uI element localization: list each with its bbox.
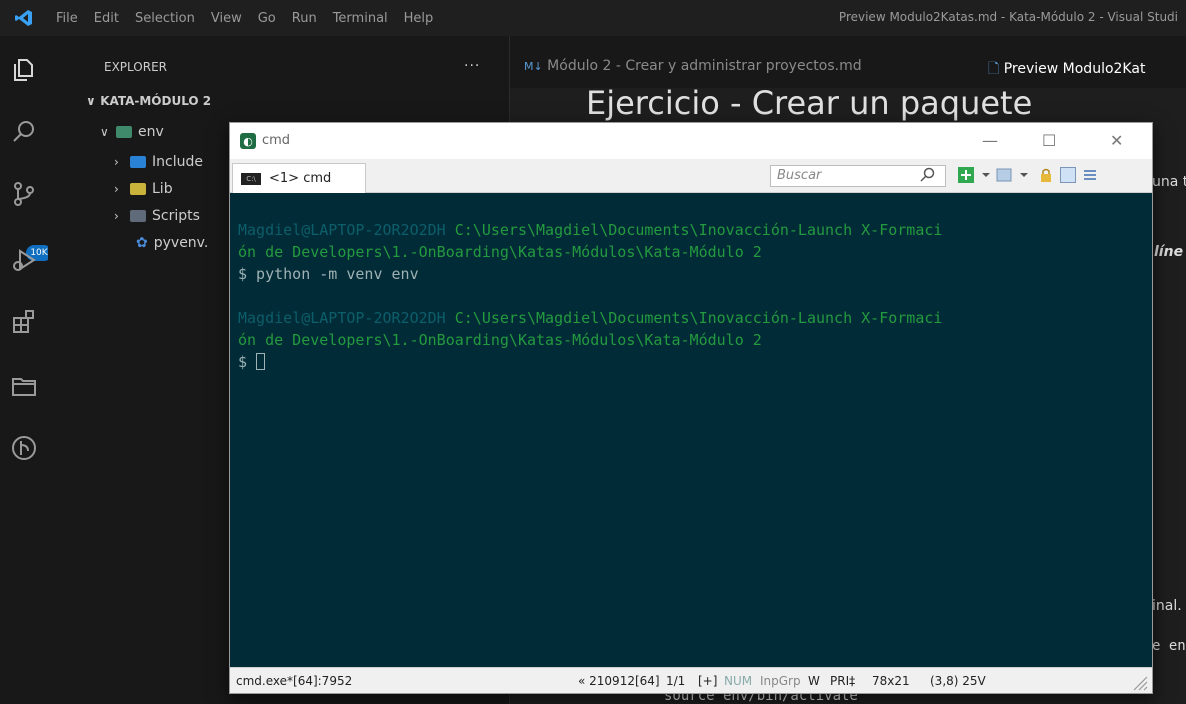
status-pri: PRI‡ (830, 674, 856, 688)
status-num: NUM (724, 674, 753, 688)
status-plus: [+] (698, 674, 718, 688)
menu-selection[interactable]: Selection (127, 11, 203, 26)
explorer-icon[interactable] (10, 56, 38, 84)
menu-view[interactable]: View (203, 11, 250, 26)
activity-bar: 10K (0, 36, 52, 704)
status-build: « 210912[64] (578, 674, 660, 688)
tree-item-env[interactable]: ∨ env (100, 124, 164, 140)
preview-file-icon: 🗋 (988, 61, 1000, 77)
maximize-button[interactable]: ☐ (1042, 131, 1056, 150)
chevron-down-icon: ∨ (100, 125, 109, 139)
menu-icon[interactable] (1082, 167, 1098, 183)
git-graph-icon[interactable] (10, 434, 38, 462)
workspace-root[interactable]: ∨ KATA-MÓDULO 2 (86, 94, 211, 108)
preview-text-fragment: inal. (1152, 598, 1182, 614)
chevron-right-icon: › (114, 182, 119, 196)
cmd-toolbar: C:\ <1> cmd Buscar (230, 159, 1152, 193)
chevron-down-icon[interactable] (1016, 167, 1032, 183)
conemu-logo-icon: ◐ (240, 133, 256, 149)
status-pos: 1/1 (666, 674, 686, 688)
folder-lib-icon (130, 183, 146, 195)
menu-edit[interactable]: Edit (86, 11, 127, 26)
explorer-header: EXPLORER (104, 60, 167, 74)
extensions-icon[interactable] (10, 308, 38, 336)
console-prompt: $ (238, 353, 257, 371)
cmd-tab[interactable]: C:\ <1> cmd (232, 163, 366, 193)
tree-item-label: Scripts (152, 208, 200, 224)
explorer-more-icon[interactable]: ··· (464, 58, 480, 74)
console-path: C:\Users\Magdiel\Documents\Inovacción-La… (454, 309, 943, 327)
run-debug-icon[interactable] (10, 246, 38, 274)
status-w: W (808, 674, 820, 688)
console-command: $ python -m venv env (238, 265, 419, 283)
folder-env-icon (116, 126, 132, 138)
tree-item-label: Include (152, 154, 203, 170)
menu-terminal[interactable]: Terminal (325, 11, 396, 26)
preview-text-fragment: una t (1152, 174, 1186, 190)
console-path: ón de Developers\1.-OnBoarding\Katas-Mód… (238, 243, 762, 261)
tab-label: Módulo 2 - Crear y administrar proyectos… (547, 58, 862, 74)
status-size: 78x21 (872, 674, 910, 688)
menu-file[interactable]: File (48, 11, 86, 26)
chevron-down-icon: ∨ (86, 94, 96, 108)
search-icon[interactable] (10, 118, 38, 146)
tab-label: Preview Modulo2Kat (1003, 61, 1146, 77)
tree-item-label: Lib (152, 181, 173, 197)
chevron-right-icon: › (114, 155, 119, 169)
cmd-tab-label: <1> cmd (269, 171, 332, 186)
status-cursor: (3,8) 25V (930, 674, 986, 688)
tree-item-include[interactable]: › Include (114, 154, 203, 170)
cmd-title: cmd (262, 133, 291, 148)
gear-icon: ✿ (136, 235, 148, 251)
source-control-icon[interactable] (10, 180, 38, 208)
cmd-window: ◐ cmd — ☐ ✕ C:\ <1> cmd Buscar Magdiel@L… (229, 122, 1153, 694)
menu-help[interactable]: Help (396, 11, 442, 26)
close-button[interactable]: ✕ (1110, 131, 1123, 150)
console-cursor (256, 353, 266, 370)
chevron-right-icon: › (114, 209, 119, 223)
panel-toggle-icon[interactable] (1060, 167, 1076, 183)
editor-tabs: M↓ Módulo 2 - Crear y administrar proyec… (510, 36, 1186, 88)
preview-heading: Ejercicio - Crear un paquete (586, 84, 1033, 122)
tree-item-label: pyvenv. (153, 235, 209, 251)
resize-grip-icon[interactable] (1128, 671, 1148, 691)
minimize-button[interactable]: — (982, 131, 998, 150)
folder-include-icon (130, 156, 146, 168)
tab-modulo2-md[interactable]: M↓ Módulo 2 - Crear y administrar proyec… (524, 58, 862, 74)
tree-item-label: env (138, 124, 164, 140)
split-view-icon[interactable] (996, 167, 1012, 183)
markdown-icon: M↓ (524, 60, 543, 73)
console-icon: C:\ (241, 172, 261, 185)
console-user: Magdiel@LAPTOP-2OR2O2DH (238, 309, 446, 327)
preview-text-fragment: líne (1154, 244, 1184, 260)
menu-go[interactable]: Go (250, 11, 284, 26)
folder-icon[interactable] (10, 372, 38, 400)
search-icon[interactable] (920, 167, 936, 183)
tab-preview-modulo2[interactable]: 🗋 Preview Modulo2Kat (988, 58, 1145, 82)
tree-item-pyvenv[interactable]: ✿ pyvenv. (136, 235, 208, 251)
console-output[interactable]: Magdiel@LAPTOP-2OR2O2DH C:\Users\Magdiel… (230, 193, 1152, 667)
console-user: Magdiel@LAPTOP-2OR2O2DH (238, 221, 446, 239)
folder-scripts-icon (130, 210, 146, 222)
console-path: C:\Users\Magdiel\Documents\Inovacción-La… (454, 221, 943, 239)
title-bar: File Edit Selection View Go Run Terminal… (0, 0, 1186, 36)
menu-run[interactable]: Run (284, 11, 325, 26)
console-path: ón de Developers\1.-OnBoarding\Katas-Mód… (238, 331, 762, 349)
new-console-icon[interactable] (958, 167, 974, 183)
window-title: Preview Modulo2Katas.md - Kata-Módulo 2 … (838, 10, 1178, 24)
tree-item-scripts[interactable]: › Scripts (114, 208, 200, 224)
lock-icon[interactable] (1038, 167, 1054, 183)
vscode-logo-icon (0, 0, 48, 36)
chevron-down-icon[interactable] (978, 167, 994, 183)
status-process: cmd.exe*[64]:7952 (236, 674, 353, 688)
cmd-title-bar[interactable]: ◐ cmd — ☐ ✕ (230, 123, 1152, 159)
workspace-root-label: KATA-MÓDULO 2 (100, 94, 212, 108)
tree-item-lib[interactable]: › Lib (114, 181, 173, 197)
status-inpgrp: InpGrp (760, 674, 801, 688)
cmd-status-bar: cmd.exe*[64]:7952 « 210912[64] 1/1 [+] N… (230, 667, 1152, 693)
preview-text-fragment: e en (1152, 638, 1186, 654)
